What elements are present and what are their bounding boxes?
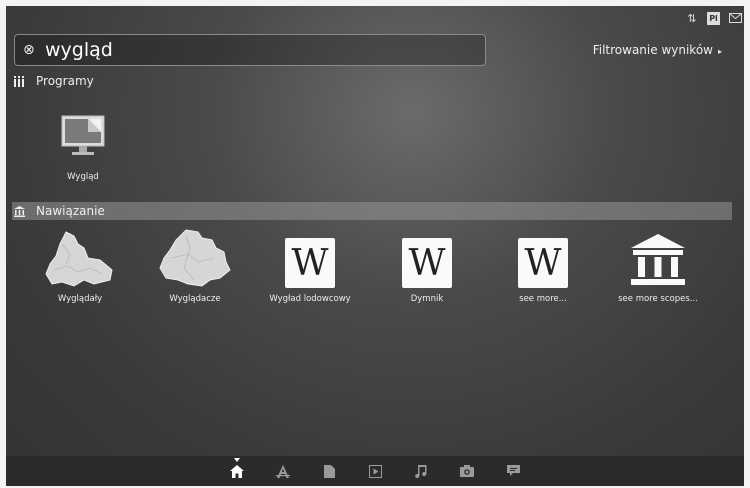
files-lens-icon[interactable] xyxy=(306,464,352,478)
filter-results-button[interactable]: Filtrowanie wyników ▸ xyxy=(593,43,722,57)
result-label: Wygląd xyxy=(67,172,99,182)
map-region-icon xyxy=(25,228,135,288)
home-lens-icon[interactable] xyxy=(214,457,260,478)
category-header-programs[interactable]: Programy xyxy=(12,72,732,90)
indicator-area: ⇅ Pl xyxy=(685,11,742,25)
social-lens-icon[interactable] xyxy=(490,465,536,477)
result-tile[interactable]: W Wygład lodowcowy xyxy=(255,228,365,304)
clear-search-icon[interactable]: ⊗ xyxy=(23,43,37,57)
result-label: Dymnik xyxy=(410,294,444,304)
search-box[interactable]: ⊗ xyxy=(14,34,486,66)
music-lens-icon[interactable] xyxy=(398,464,444,478)
result-label: see more... xyxy=(519,294,567,304)
filter-results-label: Filtrowanie wyników xyxy=(592,43,713,57)
result-tile[interactable]: W see more... xyxy=(488,228,598,304)
search-input[interactable] xyxy=(45,39,485,61)
keyboard-layout-icon[interactable]: Pl xyxy=(707,11,720,25)
wikipedia-icon: W xyxy=(518,238,568,288)
video-lens-icon[interactable] xyxy=(352,464,398,478)
result-tile[interactable]: Wygląd xyxy=(28,110,138,182)
category-title: Nawiązanie xyxy=(36,204,105,218)
dash-overlay: ⇅ Pl ⊗ Filtrowanie wyników ▸ Programy xyxy=(6,6,744,486)
result-label: see more scopes... xyxy=(618,294,698,304)
display-settings-icon xyxy=(28,110,138,158)
result-tile[interactable]: W Dymnik xyxy=(372,228,482,304)
result-label: Wyglądały xyxy=(57,294,103,304)
photos-lens-icon[interactable] xyxy=(444,465,490,477)
category-header-related[interactable]: Nawiązanie xyxy=(12,202,732,220)
category-title: Programy xyxy=(36,74,94,88)
result-tile[interactable]: Wyglądały xyxy=(25,228,135,304)
top-panel: ⇅ Pl xyxy=(6,6,744,30)
lens-bar xyxy=(6,456,744,486)
applications-category-icon xyxy=(12,75,26,87)
applications-lens-icon[interactable] xyxy=(260,464,306,478)
wikipedia-icon: W xyxy=(285,238,335,288)
wikipedia-icon: W xyxy=(402,238,452,288)
scopes-building-icon xyxy=(603,228,713,288)
chevron-right-icon: ▸ xyxy=(717,47,722,56)
result-label: Wyglądacze xyxy=(169,294,221,304)
result-label: Wygład lodowcowy xyxy=(269,294,351,304)
result-tile[interactable]: see more scopes... xyxy=(603,228,713,304)
building-category-icon xyxy=(12,205,26,217)
mail-icon[interactable] xyxy=(728,11,742,25)
network-icon[interactable]: ⇅ xyxy=(685,11,699,25)
result-tile[interactable]: Wyglądacze xyxy=(140,228,250,304)
map-region-icon xyxy=(140,228,250,288)
